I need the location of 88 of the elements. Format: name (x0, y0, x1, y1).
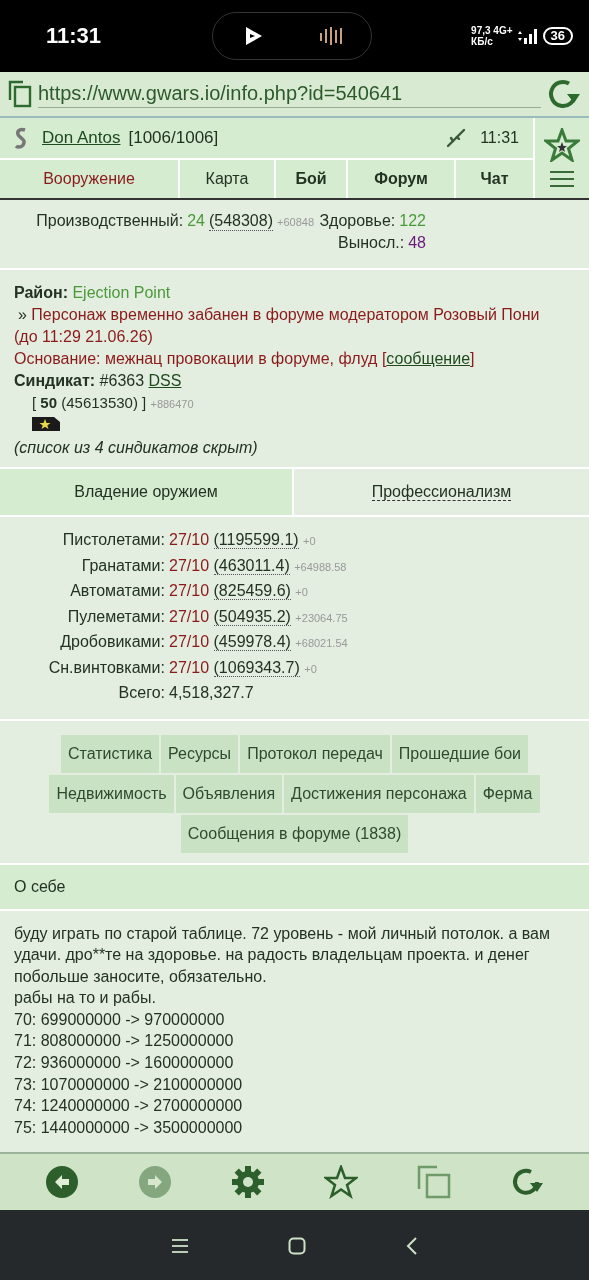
total-label: Всего: (117, 683, 165, 703)
server-time: 11:31 (480, 129, 519, 147)
skill-gain: +68021.54 (295, 637, 348, 649)
ban-reason: Основание: межнац провокации в форуме, флуд [ (14, 350, 387, 367)
profile-link-button[interactable]: Прошедшие бои (391, 734, 528, 773)
about-text: 75: 1440000000 -> 3500000000 (14, 1117, 244, 1138)
stat-value: 24 (187, 212, 205, 230)
skill-label: Дробовиками: (59, 632, 165, 652)
district-label: Район: (14, 284, 68, 301)
skill-grade: 27/10 (169, 531, 210, 548)
syndicate-level: 50 (40, 394, 58, 411)
syndicate-link[interactable]: DSS (148, 372, 182, 389)
skill-exp: (504935.2) (213, 607, 291, 626)
skill-gain: +0 (295, 586, 308, 598)
hidden-syndicates-note: (список из 4 синдикатов скрыт) (14, 438, 259, 458)
settings-icon[interactable] (231, 1165, 266, 1200)
profile-link-button[interactable]: Объявления (175, 774, 283, 813)
bracket: ] (142, 394, 147, 411)
skill-exp: (1195599.1) (213, 531, 299, 549)
back-icon[interactable] (405, 1237, 418, 1256)
rifle-icon (446, 128, 467, 148)
stat-label: Производственный: (36, 212, 184, 230)
skill-exp: (463011.4) (213, 556, 290, 575)
about-text: 72: 936000000 -> 1600000000 (14, 1053, 235, 1074)
about-text: 73: 1070000000 -> 2100000000 (14, 1074, 244, 1095)
skill-exp: (825459.6) (213, 582, 291, 600)
section-title: О себе (0, 864, 589, 911)
message-link[interactable]: сообщение (386, 350, 471, 367)
about-text: рабы на то и рабы. (14, 988, 157, 1009)
stat-value: 48 (408, 234, 426, 252)
profile-link-button[interactable]: Протокол передач (240, 734, 390, 773)
network-speed: 97,3 4G+ (471, 25, 513, 36)
profile-link-button[interactable]: Недвижимость (49, 774, 174, 813)
about-text: 70: 699000000 -> 970000000 (14, 1009, 226, 1030)
ban-notice: » Персонаж временно забанен в форуме модератором Розовый Пони (до 11:29 21.06.26) (14, 305, 541, 347)
bracket: [ (32, 394, 37, 411)
skill-label: Сн.винтовками: (47, 657, 165, 678)
total-value: 4,518,327.7 (169, 683, 255, 703)
menu-icon[interactable] (171, 1239, 188, 1254)
skill-gain: +0 (303, 535, 316, 547)
about-text: буду играть по старой таблице. 72 уровень - мой личный потолок. а вам удачи. дро**те на здоровье. на радость владельцам проекта. и денег побольше заносите, обязательно. (14, 923, 551, 987)
skill-grade: 27/10 (169, 658, 210, 676)
stat-label: Здоровье: (319, 212, 396, 230)
player-hp: [1006/1006] (128, 128, 219, 148)
reload-icon[interactable] (547, 79, 581, 109)
player-name-link[interactable]: Don Antos (42, 128, 121, 148)
skill-label: Пистолетами: (61, 530, 165, 550)
bracket: ] (470, 350, 475, 367)
star-icon[interactable] (544, 128, 580, 162)
skill-grade: 27/10 (169, 607, 210, 625)
syndicate-gain: +886470 (150, 398, 194, 410)
star-icon[interactable] (323, 1165, 358, 1200)
skill-gain: +23064.75 (295, 611, 348, 624)
speed-unit: КБ/с (471, 36, 494, 47)
skill-label: Пулеметами: (66, 606, 165, 627)
home-icon[interactable] (287, 1237, 306, 1256)
sign-icon (14, 127, 28, 149)
status-time: 11:31 (46, 23, 103, 49)
skill-grade: 27/10 (169, 556, 210, 574)
signal-icon (516, 28, 539, 44)
tabs-icon[interactable] (8, 80, 32, 108)
rank-badge-icon (32, 417, 60, 431)
profile-link-button[interactable]: Статистика (61, 734, 160, 773)
profile-link-button[interactable]: Сообщения в форуме (1838) (180, 814, 409, 853)
syndicate-exp: (45613530) (61, 394, 138, 411)
menu-icon[interactable] (549, 170, 575, 188)
about-text: 74: 1240000000 -> 2700000000 (14, 1096, 244, 1117)
about-text: 71: 808000000 -> 1250000000 (14, 1031, 235, 1052)
syndicate-number: #6363 (99, 372, 145, 389)
skill-grade: 27/10 (169, 633, 210, 650)
skill-label: Гранатами: (80, 555, 165, 576)
section-tab[interactable]: Владение оружием (0, 469, 294, 515)
stat-exp: (548308) (208, 212, 273, 231)
skill-exp: (459978.4) (213, 633, 291, 651)
skill-gain: +0 (304, 662, 317, 675)
skill-grade: 27/10 (169, 582, 210, 599)
sound-wave-icon (319, 25, 343, 47)
battery-level: 36 (542, 27, 573, 45)
stat-label: Выносл.: (338, 234, 405, 252)
profile-link-button[interactable]: Ресурсы (161, 734, 239, 773)
stat-value: 122 (399, 212, 426, 230)
skill-label: Автоматами: (69, 581, 165, 601)
syndicate-label: Синдикат: (14, 372, 96, 389)
profile-link-button[interactable]: Ферма (475, 774, 540, 813)
skill-gain: +64988.58 (294, 560, 347, 573)
skill-exp: (1069343.7) (213, 658, 300, 677)
profile-link-button[interactable]: Достижения персонажа (284, 774, 474, 813)
stat-gain: +60848 (277, 216, 314, 228)
